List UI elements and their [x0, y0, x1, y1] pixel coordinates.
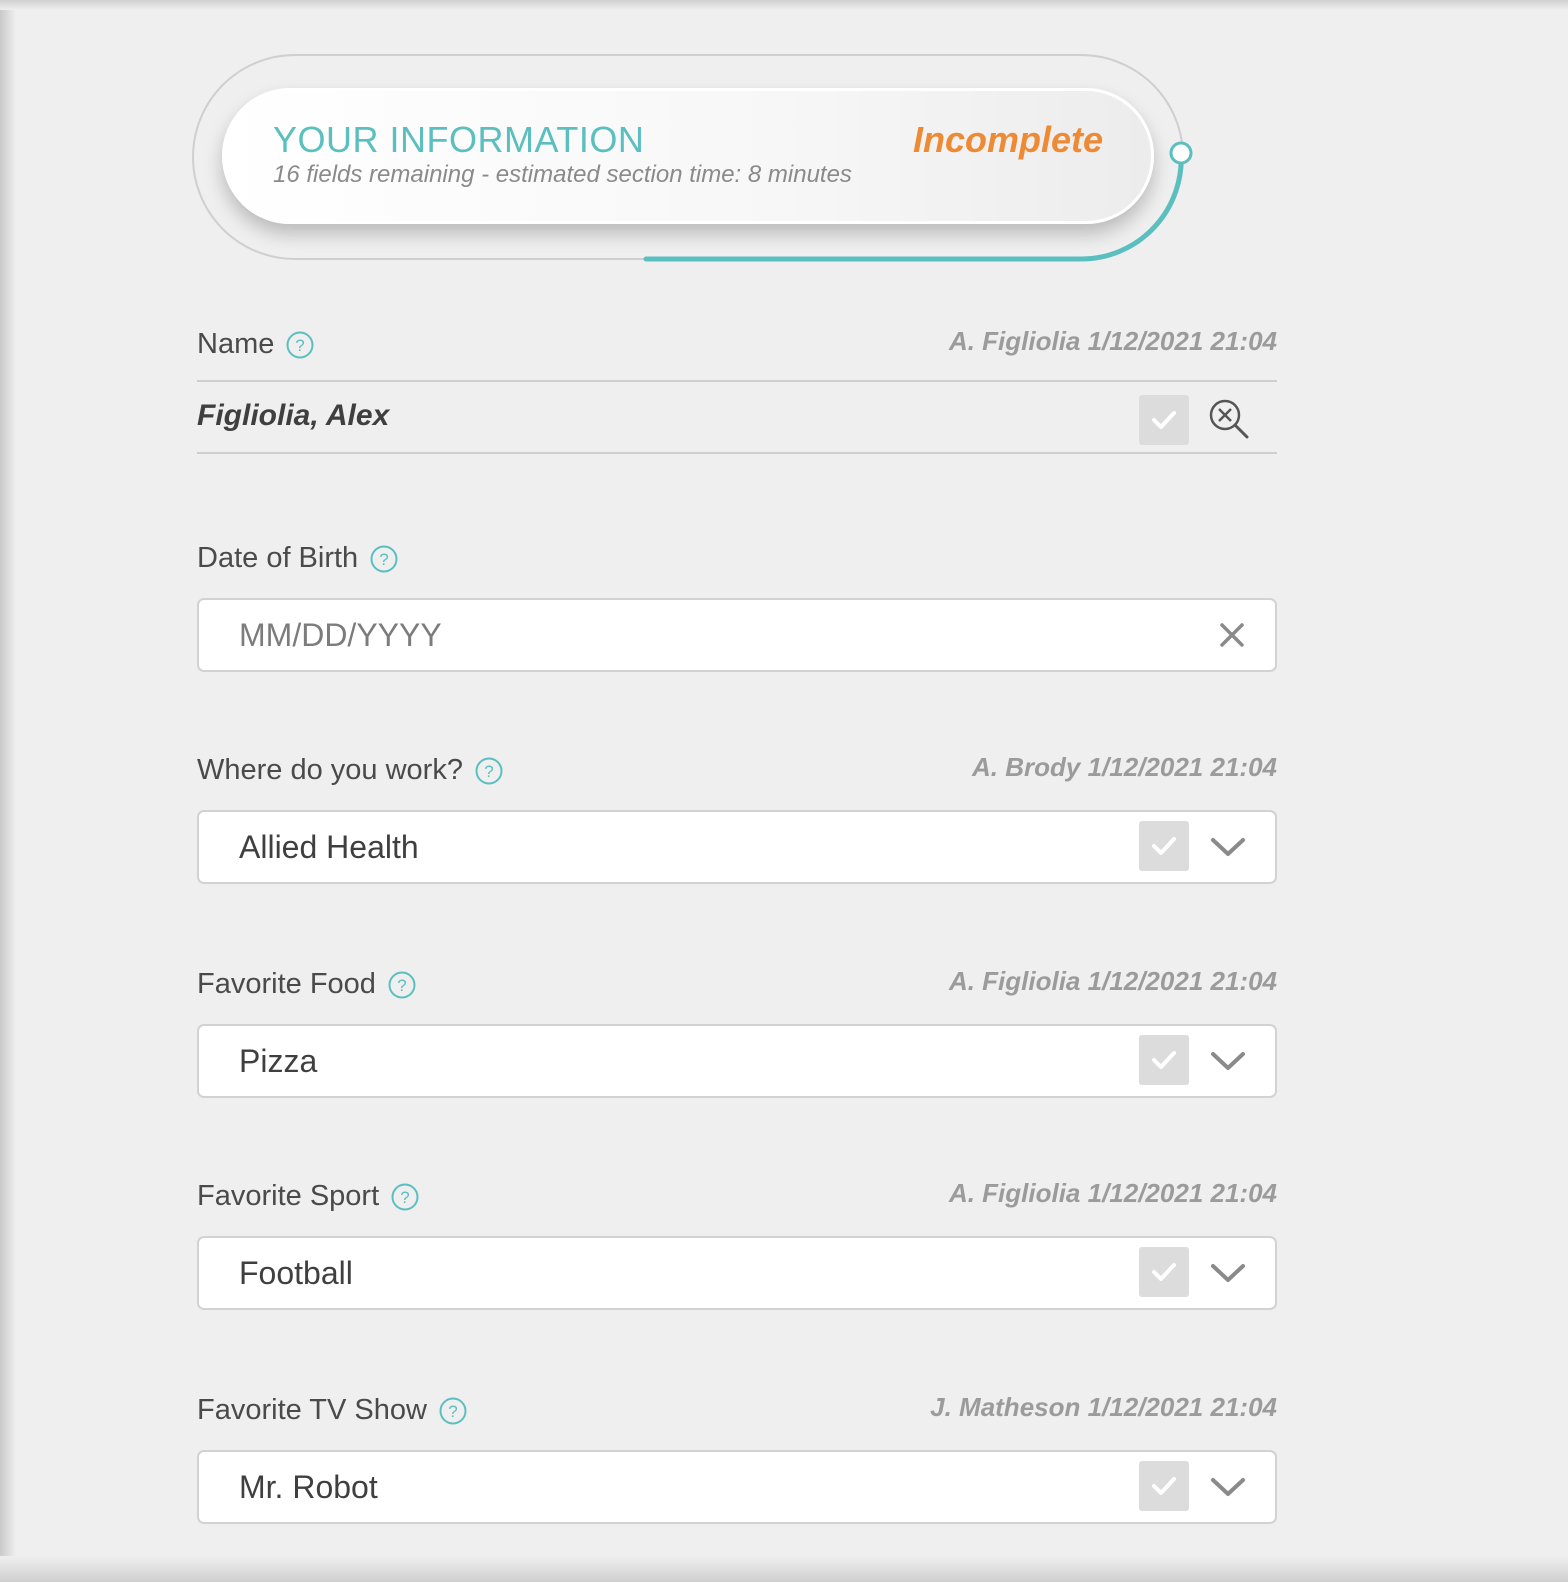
window-edge-left [0, 0, 16, 1582]
chevron-down-icon [1211, 1264, 1245, 1282]
tv-select-value: Mr. Robot [239, 1469, 378, 1505]
section-header[interactable]: YOUR INFORMATION 16 fields remaining - e… [192, 54, 1196, 264]
field-food-meta: A. Figliolia 1/12/2021 21:04 [948, 966, 1277, 996]
confirm-work-button[interactable] [1139, 821, 1189, 871]
field-name-label: Name ? [197, 328, 314, 361]
chevron-down-icon [1211, 1478, 1245, 1496]
svg-text:?: ? [400, 1188, 409, 1207]
checkmark-icon [1152, 411, 1176, 429]
section-progress-knob [1169, 141, 1193, 165]
section-subtitle: 16 fields remaining - estimated section … [273, 161, 852, 188]
field-tv-label-text: Favorite TV Show [197, 1394, 427, 1426]
dob-input[interactable]: MM/DD/YYYY [197, 598, 1277, 672]
tv-select[interactable]: Mr. Robot [197, 1450, 1277, 1524]
confirm-name-button[interactable] [1139, 395, 1189, 445]
field-work-label-text: Where do you work? [197, 754, 463, 786]
field-name-meta: A. Figliolia 1/12/2021 21:04 [948, 326, 1277, 356]
field-work-meta: A. Brody 1/12/2021 21:04 [972, 752, 1277, 782]
svg-text:?: ? [296, 336, 305, 355]
close-icon[interactable] [1217, 620, 1247, 650]
confirm-food-button[interactable] [1139, 1035, 1189, 1085]
section-title: YOUR INFORMATION [273, 119, 645, 160]
question-circle-icon[interactable]: ? [388, 971, 416, 999]
question-circle-icon[interactable]: ? [439, 1397, 467, 1425]
work-select-value: Allied Health [239, 829, 419, 865]
search-clear-icon[interactable] [1207, 397, 1251, 441]
checkmark-icon [1152, 1263, 1176, 1281]
food-select[interactable]: Pizza [197, 1024, 1277, 1098]
sport-select[interactable]: Football [197, 1236, 1277, 1310]
svg-text:?: ? [448, 1402, 457, 1421]
question-circle-icon[interactable]: ? [370, 545, 398, 573]
question-circle-icon[interactable]: ? [475, 757, 503, 785]
section-status: Incomplete [912, 119, 1103, 160]
window-edge-bottom [0, 1556, 1568, 1582]
checkmark-icon [1152, 1051, 1176, 1069]
svg-text:?: ? [484, 762, 493, 781]
chevron-down-icon [1211, 838, 1245, 856]
checkmark-icon [1152, 1477, 1176, 1495]
field-tv-label: Favorite TV Show ? [197, 1394, 467, 1427]
question-circle-icon[interactable]: ? [286, 331, 314, 359]
svg-text:?: ? [397, 976, 406, 995]
field-tv-meta: J. Matheson 1/12/2021 21:04 [930, 1392, 1277, 1422]
dob-input-placeholder: MM/DD/YYYY [239, 617, 442, 653]
svg-text:?: ? [379, 550, 388, 569]
field-food-label: Favorite Food ? [197, 968, 416, 1001]
field-work-label: Where do you work? ? [197, 754, 503, 787]
chevron-down-icon [1211, 1052, 1245, 1070]
confirm-tv-button[interactable] [1139, 1461, 1189, 1511]
name-value: Figliolia, Alex [197, 399, 390, 432]
field-name-label-text: Name [197, 328, 275, 360]
food-select-value: Pizza [239, 1043, 318, 1079]
field-dob-label: Date of Birth ? [197, 542, 398, 575]
section-header-card: YOUR INFORMATION 16 fields remaining - e… [222, 88, 1154, 224]
name-value-row[interactable]: Figliolia, Alex [197, 380, 1277, 454]
field-sport-label: Favorite Sport ? [197, 1180, 419, 1213]
work-select[interactable]: Allied Health [197, 810, 1277, 884]
field-dob-label-text: Date of Birth [197, 542, 359, 574]
field-food-label-text: Favorite Food [197, 968, 376, 1000]
confirm-sport-button[interactable] [1139, 1247, 1189, 1297]
checkmark-icon [1152, 837, 1176, 855]
field-sport-meta: A. Figliolia 1/12/2021 21:04 [948, 1178, 1277, 1208]
window-edge-top [0, 0, 1568, 10]
question-circle-icon[interactable]: ? [391, 1183, 419, 1211]
sport-select-value: Football [239, 1255, 353, 1291]
field-sport-label-text: Favorite Sport [197, 1180, 380, 1212]
